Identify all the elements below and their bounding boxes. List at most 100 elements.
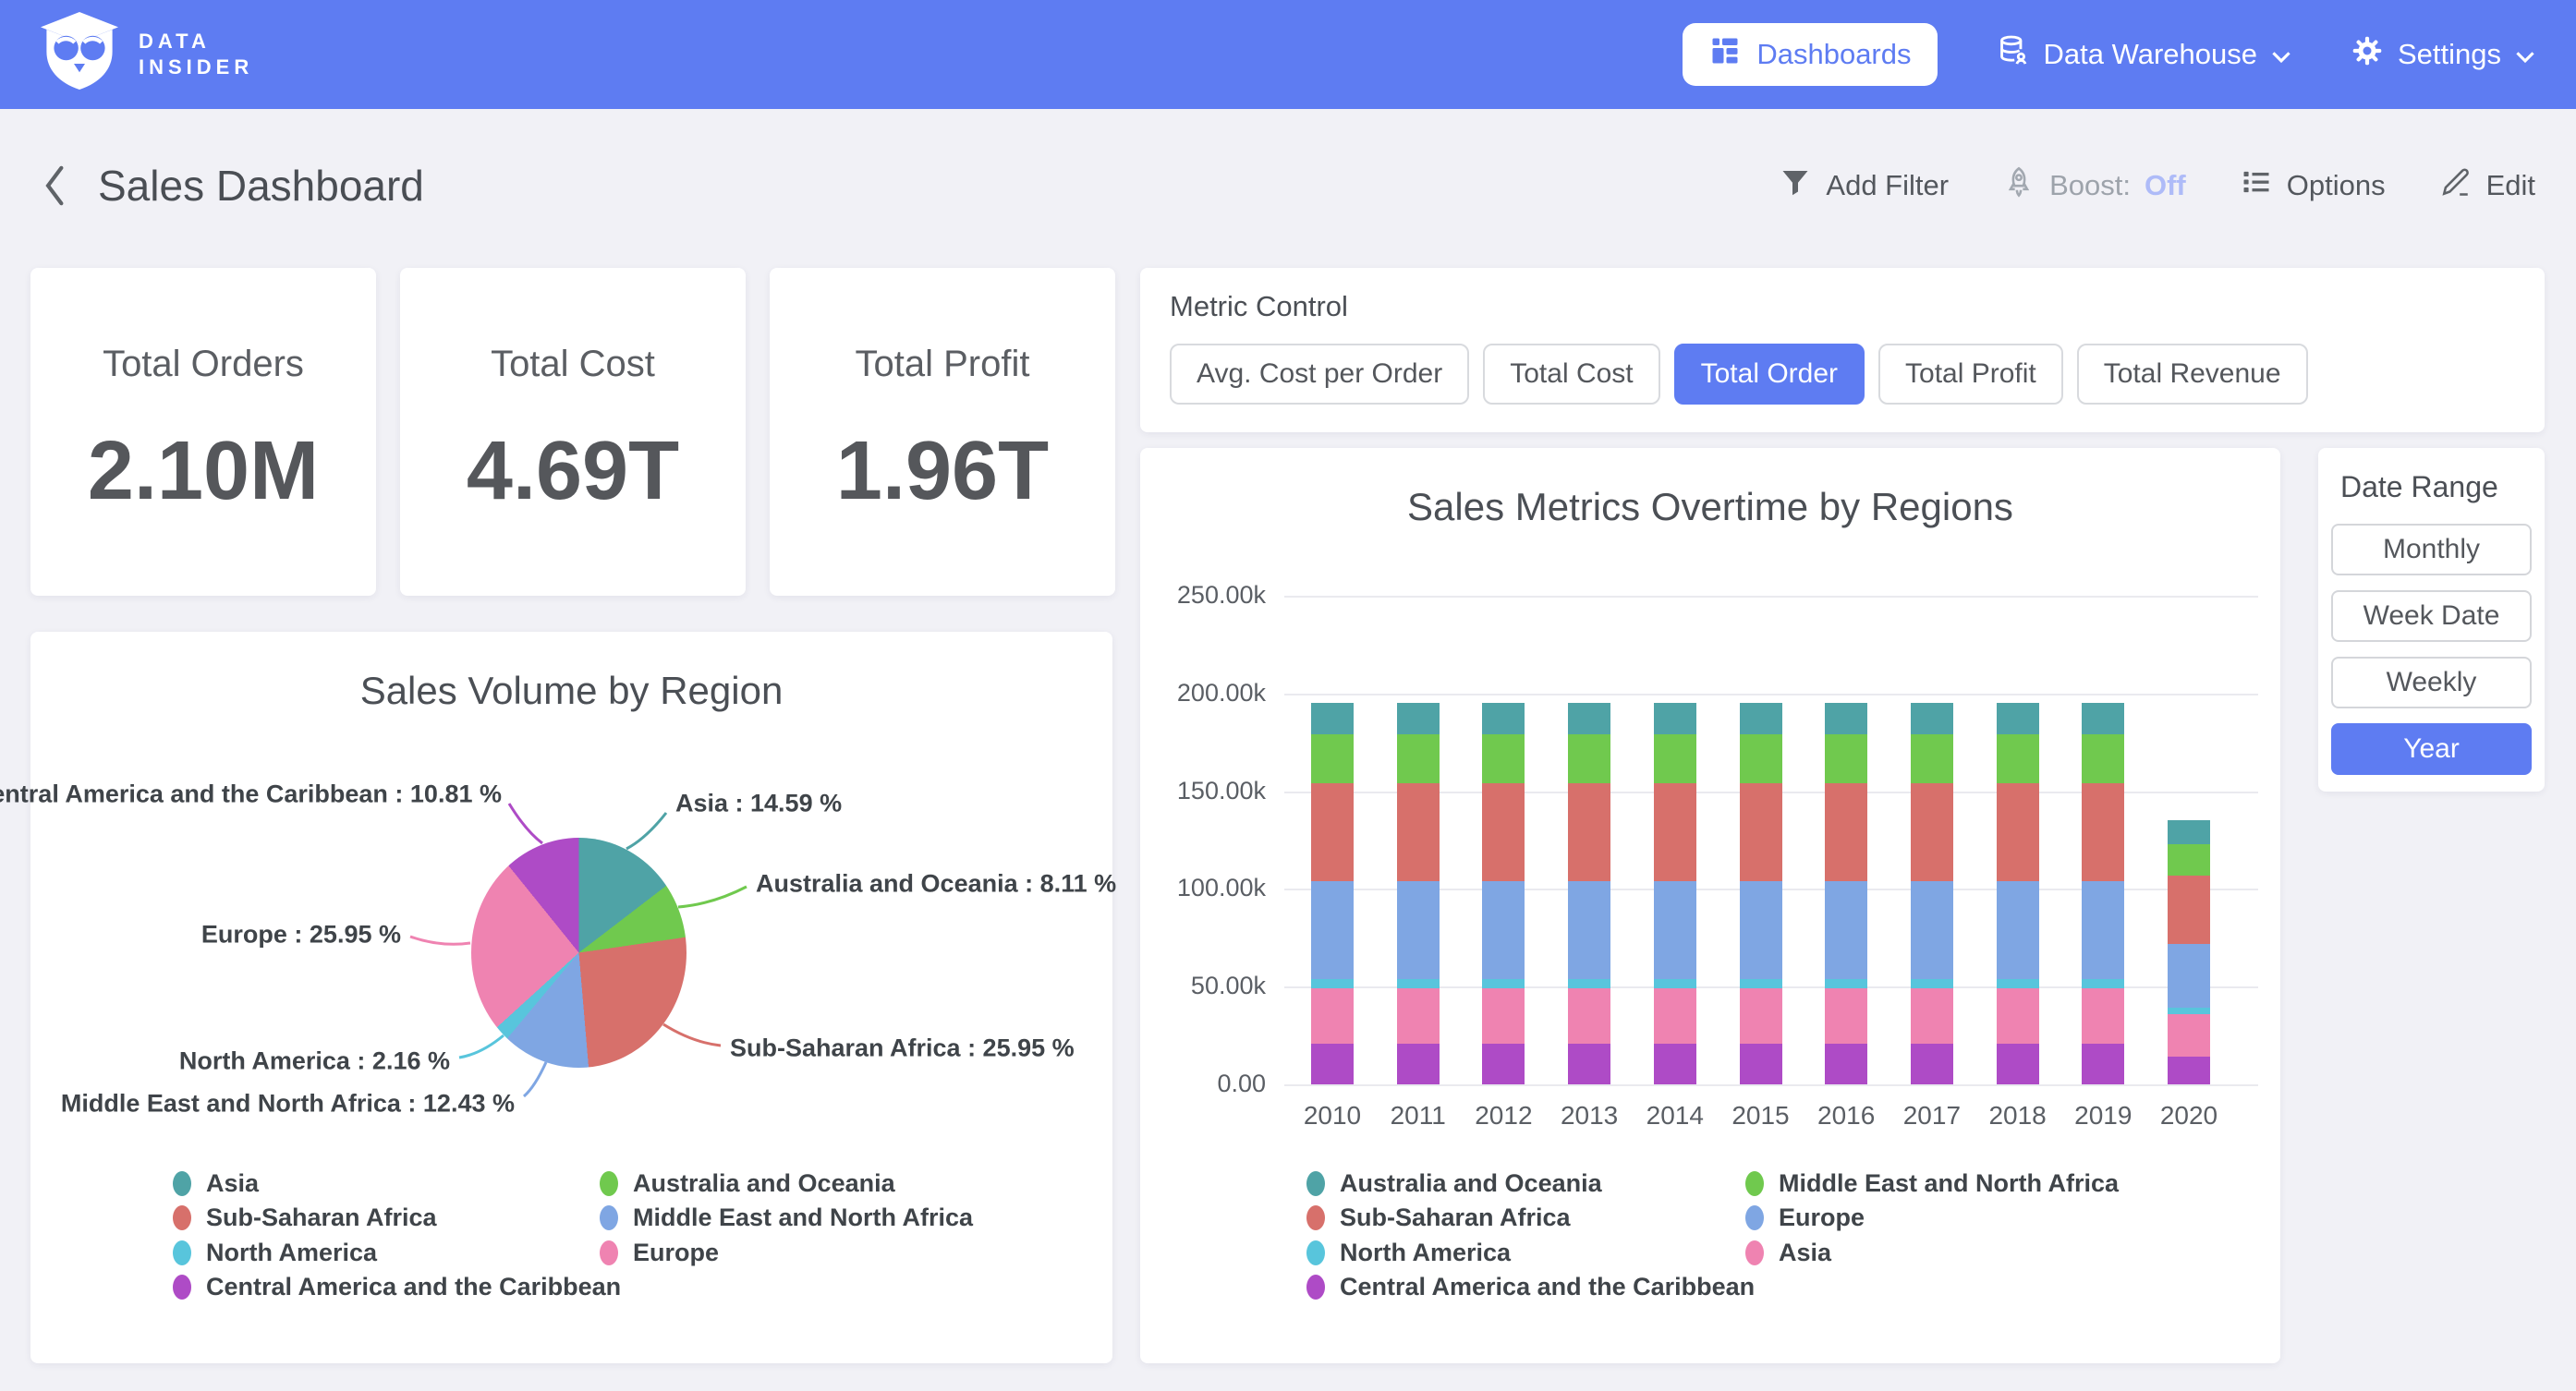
- pie-callout-middle-east-and-north-africa: Middle East and North Africa : 12.43 %: [61, 1090, 515, 1119]
- metric-option-total-order[interactable]: Total Order: [1674, 344, 1865, 405]
- bar-segment-europe: [1482, 881, 1525, 979]
- y-axis-label: 0.00: [1140, 1070, 1266, 1098]
- bar-2015[interactable]: [1740, 703, 1782, 1084]
- add-filter-button[interactable]: Add Filter: [1779, 165, 1949, 206]
- bar-segment-australia-and-oceania: [2082, 703, 2124, 734]
- metric-option-total-profit[interactable]: Total Profit: [1878, 344, 2063, 405]
- bar-segment-north-america: [1397, 979, 1440, 989]
- date-range-option-week-date[interactable]: Week Date: [2331, 590, 2532, 642]
- bar-segment-sub-saharan-africa: [1397, 783, 1440, 881]
- bar-segment-north-america: [1997, 979, 2039, 989]
- bar-2012[interactable]: [1482, 703, 1525, 1084]
- bar-segment-europe: [2168, 944, 2210, 1009]
- legend-item-central-america-and-the-caribbean[interactable]: Central America and the Caribbean: [173, 1273, 621, 1301]
- bar-segment-sub-saharan-africa: [2082, 783, 2124, 881]
- bar-2011[interactable]: [1397, 703, 1440, 1084]
- back-button[interactable]: [41, 163, 70, 208]
- nav-settings[interactable]: Settings: [2351, 34, 2535, 75]
- legend-label: Australia and Oceania: [1340, 1169, 1602, 1198]
- y-axis-label: 150.00k: [1140, 777, 1266, 805]
- legend-item-asia[interactable]: Asia: [173, 1169, 259, 1198]
- bar-segment-sub-saharan-africa: [1740, 783, 1782, 881]
- bar-2013[interactable]: [1568, 703, 1610, 1084]
- boost-status-badge: Off: [2145, 169, 2186, 202]
- legend-swatch: [173, 1240, 191, 1265]
- legend-item-middle-east-and-north-africa[interactable]: Middle East and North Africa: [600, 1204, 973, 1232]
- date-range-option-year[interactable]: Year: [2331, 723, 2532, 775]
- pie-callout-europe: Europe : 25.95 %: [201, 921, 401, 950]
- bar-segment-australia-and-oceania: [1825, 703, 1867, 734]
- pie-callout-asia: Asia : 14.59 %: [675, 790, 842, 818]
- kpi-value: 4.69T: [400, 424, 746, 519]
- legend-item-europe[interactable]: Europe: [1745, 1204, 1865, 1232]
- date-range-buttons: Monthly Week Date Weekly Year: [2331, 524, 2532, 775]
- bar-segment-sub-saharan-africa: [2168, 876, 2210, 944]
- bar-segment-middle-east-and-north-africa: [1911, 734, 1953, 783]
- pie-chart[interactable]: [471, 838, 687, 1068]
- logo-line-1: DATA: [139, 31, 253, 52]
- bar-segment-australia-and-oceania: [1397, 703, 1440, 734]
- kpi-label: Total Cost: [400, 344, 746, 385]
- y-axis-label: 250.00k: [1140, 581, 1266, 610]
- nav-dashboards[interactable]: Dashboards: [1683, 23, 1937, 86]
- legend-item-australia-and-oceania[interactable]: Australia and Oceania: [600, 1169, 895, 1198]
- edit-button[interactable]: Edit: [2439, 165, 2535, 206]
- bar-2010[interactable]: [1311, 703, 1354, 1084]
- metric-control-title: Metric Control: [1170, 290, 1348, 323]
- pie-callout-australia-and-oceania: Australia and Oceania : 8.11 %: [756, 870, 1116, 899]
- boost-toggle[interactable]: Boost: Off: [2002, 165, 2186, 206]
- bar-segment-sub-saharan-africa: [1482, 783, 1525, 881]
- legend-swatch: [600, 1171, 618, 1196]
- bar-segment-central-america-and-the-caribbean: [1397, 1044, 1440, 1084]
- bar-segment-australia-and-oceania: [1311, 703, 1354, 734]
- legend-swatch: [1745, 1171, 1764, 1196]
- metric-option-avg-cost-per-order[interactable]: Avg. Cost per Order: [1170, 344, 1469, 405]
- metric-control-card: Metric Control Avg. Cost per OrderTotal …: [1140, 268, 2545, 432]
- bar-segment-europe: [1397, 881, 1440, 979]
- date-range-card: Date Range MonthlyWeek DateWeeklyYear: [2318, 448, 2545, 792]
- add-filter-label: Add Filter: [1826, 169, 1949, 202]
- legend-item-sub-saharan-africa[interactable]: Sub-Saharan Africa: [173, 1204, 437, 1232]
- bar-2017[interactable]: [1911, 703, 1953, 1084]
- options-button[interactable]: Options: [2240, 165, 2386, 206]
- metric-option-total-cost[interactable]: Total Cost: [1483, 344, 1659, 405]
- legend-item-middle-east-and-north-africa[interactable]: Middle East and North Africa: [1745, 1169, 2119, 1198]
- legend-item-north-america[interactable]: North America: [173, 1239, 377, 1267]
- nav-data-warehouse[interactable]: Data Warehouse: [1997, 34, 2291, 75]
- bar-2018[interactable]: [1997, 703, 2039, 1084]
- nav-dashboards-label: Dashboards: [1756, 38, 1911, 71]
- bar-segment-north-america: [1825, 979, 1867, 989]
- page-title: Sales Dashboard: [98, 161, 424, 211]
- legend-label: North America: [1340, 1239, 1511, 1267]
- bar-segment-europe: [1997, 881, 2039, 979]
- bar-segment-europe: [1825, 881, 1867, 979]
- metric-control-buttons: Avg. Cost per OrderTotal CostTotal Order…: [1170, 344, 2308, 405]
- bar-2016[interactable]: [1825, 703, 1867, 1084]
- legend-item-north-america[interactable]: North America: [1306, 1239, 1511, 1267]
- legend-swatch: [600, 1240, 618, 1265]
- app-logo[interactable]: DATA INSIDER: [41, 12, 253, 98]
- bar-2019[interactable]: [2082, 703, 2124, 1084]
- date-range-option-weekly[interactable]: Weekly: [2331, 657, 2532, 708]
- bar-segment-australia-and-oceania: [1911, 703, 1953, 734]
- pie-chart-card: Sales Volume by Region Asia : 14.59 %Aus…: [30, 632, 1112, 1363]
- dashboards-grid-icon: [1708, 34, 1742, 75]
- bar-segment-middle-east-and-north-africa: [1397, 734, 1440, 783]
- bar-2014[interactable]: [1654, 703, 1696, 1084]
- legend-item-asia[interactable]: Asia: [1745, 1239, 1831, 1267]
- x-axis-label: 2020: [2133, 1101, 2244, 1131]
- legend-item-central-america-and-the-caribbean[interactable]: Central America and the Caribbean: [1306, 1273, 1755, 1301]
- filter-funnel-icon: [1779, 165, 1812, 206]
- bar-segment-sub-saharan-africa: [1654, 783, 1696, 881]
- legend-item-europe[interactable]: Europe: [600, 1239, 719, 1267]
- date-range-option-monthly[interactable]: Monthly: [2331, 524, 2532, 575]
- metric-option-total-revenue[interactable]: Total Revenue: [2077, 344, 2308, 405]
- bar-segment-australia-and-oceania: [1482, 703, 1525, 734]
- bar-segment-asia: [1911, 988, 1953, 1043]
- bar-segment-australia-and-oceania: [2168, 820, 2210, 843]
- bar-segment-central-america-and-the-caribbean: [1911, 1044, 1953, 1084]
- legend-item-australia-and-oceania[interactable]: Australia and Oceania: [1306, 1169, 1602, 1198]
- bar-2020[interactable]: [2168, 820, 2210, 1084]
- legend-item-sub-saharan-africa[interactable]: Sub-Saharan Africa: [1306, 1204, 1571, 1232]
- legend-swatch: [1306, 1205, 1325, 1230]
